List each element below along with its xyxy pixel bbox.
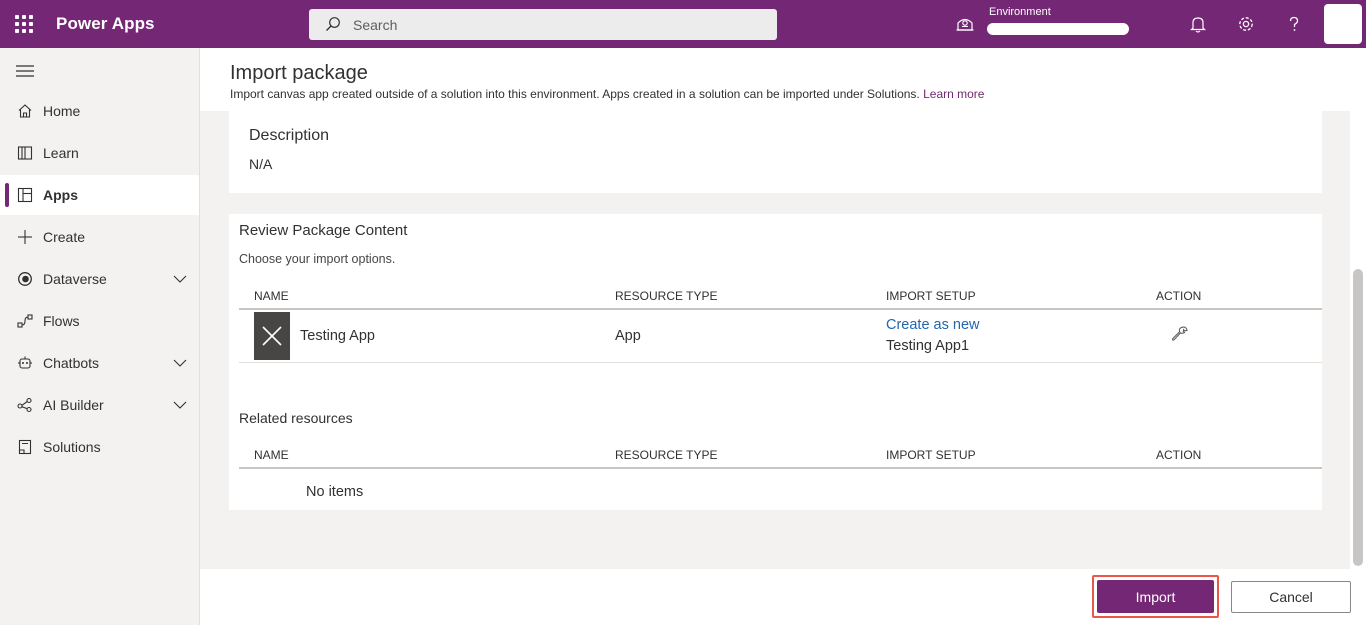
settings-gear-icon[interactable]: [1236, 14, 1256, 34]
chevron-down-icon[interactable]: [173, 272, 187, 286]
chevron-down-icon[interactable]: [173, 398, 187, 412]
sidebar: Home Learn Apps Create Dataverse Flows C…: [0, 48, 200, 625]
row-divider: [239, 362, 1322, 363]
search-box[interactable]: [309, 9, 777, 40]
import-button-highlight: Import: [1092, 575, 1219, 618]
scroll-area: Description N/A Review Package Content C…: [200, 111, 1350, 569]
related-column-header-import-setup[interactable]: IMPORT SETUP: [886, 448, 976, 462]
related-column-header-name[interactable]: NAME: [254, 448, 289, 462]
sidebar-item-learn[interactable]: Learn: [0, 133, 199, 173]
related-resources-title: Related resources: [239, 410, 353, 426]
notification-bell-icon[interactable]: [1188, 14, 1208, 34]
import-button[interactable]: Import: [1097, 580, 1214, 613]
avatar[interactable]: [1324, 4, 1362, 44]
sidebar-item-create[interactable]: Create: [0, 217, 199, 257]
hamburger-menu-icon[interactable]: [16, 64, 34, 78]
search-icon: [326, 17, 340, 31]
review-subtitle: Choose your import options.: [239, 252, 396, 266]
solutions-icon: [16, 438, 34, 456]
sidebar-item-label: Solutions: [43, 439, 101, 455]
sidebar-item-chatbots[interactable]: Chatbots: [0, 343, 199, 383]
app-thumbnail: [254, 312, 290, 360]
search-input[interactable]: [353, 15, 753, 35]
learn-more-link[interactable]: Learn more: [923, 87, 984, 101]
column-header-name[interactable]: NAME: [254, 289, 289, 303]
home-icon: [16, 102, 34, 120]
review-package-card: Review Package Content Choose your impor…: [229, 214, 1322, 510]
scrollbar-thumb[interactable]: [1353, 269, 1363, 566]
book-icon: [16, 144, 34, 162]
environment-selector[interactable]: [987, 23, 1129, 35]
sidebar-item-label: Create: [43, 229, 86, 245]
table-header-divider: [239, 308, 1322, 310]
sidebar-item-label: Apps: [43, 187, 78, 203]
sidebar-item-home[interactable]: Home: [0, 91, 199, 131]
environment-label: Environment: [989, 6, 1051, 18]
help-question-icon[interactable]: [1284, 14, 1304, 34]
row-name: Testing App: [300, 328, 375, 344]
wrench-icon[interactable]: [1171, 325, 1189, 343]
column-header-resource-type[interactable]: RESOURCE TYPE: [615, 289, 717, 303]
app-name[interactable]: Power Apps: [56, 14, 155, 34]
waffle-icon[interactable]: [12, 12, 36, 36]
sidebar-item-flows[interactable]: Flows: [0, 301, 199, 341]
sidebar-item-label: Learn: [43, 145, 79, 161]
chevron-down-icon[interactable]: [173, 356, 187, 370]
review-title: Review Package Content: [239, 222, 408, 239]
description-label: Description: [249, 127, 330, 144]
page-title: Import package: [230, 62, 368, 84]
row-resource-type: App: [615, 328, 641, 344]
sidebar-item-label: Chatbots: [43, 355, 100, 371]
sidebar-item-label: Home: [43, 103, 81, 119]
sidebar-item-dataverse[interactable]: Dataverse: [0, 259, 199, 299]
row-import-name: Testing App1: [886, 338, 970, 354]
page-subtitle-text: Import canvas app created outside of a s…: [230, 87, 920, 101]
top-bar: Power Apps Environment: [0, 0, 1366, 48]
related-column-header-resource-type[interactable]: RESOURCE TYPE: [615, 448, 717, 462]
description-card: Description N/A: [229, 111, 1322, 193]
sidebar-item-label: Dataverse: [43, 271, 107, 287]
sidebar-item-label: Flows: [43, 313, 80, 329]
dataverse-icon: [16, 270, 34, 288]
column-header-import-setup[interactable]: IMPORT SETUP: [886, 289, 976, 303]
vertical-scrollbar[interactable]: [1350, 111, 1366, 569]
empty-state-text: No items: [306, 484, 364, 500]
column-header-action[interactable]: ACTION: [1156, 289, 1201, 303]
related-column-header-action[interactable]: ACTION: [1156, 448, 1201, 462]
main-content: Import package Import canvas app created…: [200, 48, 1366, 625]
sidebar-item-apps[interactable]: Apps: [0, 175, 199, 215]
chatbot-icon: [16, 354, 34, 372]
apps-icon: [16, 186, 34, 204]
ai-builder-icon: [16, 396, 34, 414]
create-as-new-link[interactable]: Create as new: [886, 317, 980, 333]
sidebar-item-label: AI Builder: [43, 397, 104, 413]
cancel-button[interactable]: Cancel: [1231, 581, 1351, 613]
sidebar-item-solutions[interactable]: Solutions: [0, 427, 199, 467]
plus-icon: [16, 228, 34, 246]
page-subtitle: Import canvas app created outside of a s…: [230, 87, 984, 101]
close-x-icon: [262, 326, 282, 346]
footer-actions: Import Cancel: [200, 569, 1366, 625]
flows-icon: [16, 312, 34, 330]
environment-icon[interactable]: [955, 14, 975, 34]
related-header-divider: [239, 467, 1322, 469]
sidebar-item-ai-builder[interactable]: AI Builder: [0, 385, 199, 425]
description-value: N/A: [249, 156, 273, 172]
